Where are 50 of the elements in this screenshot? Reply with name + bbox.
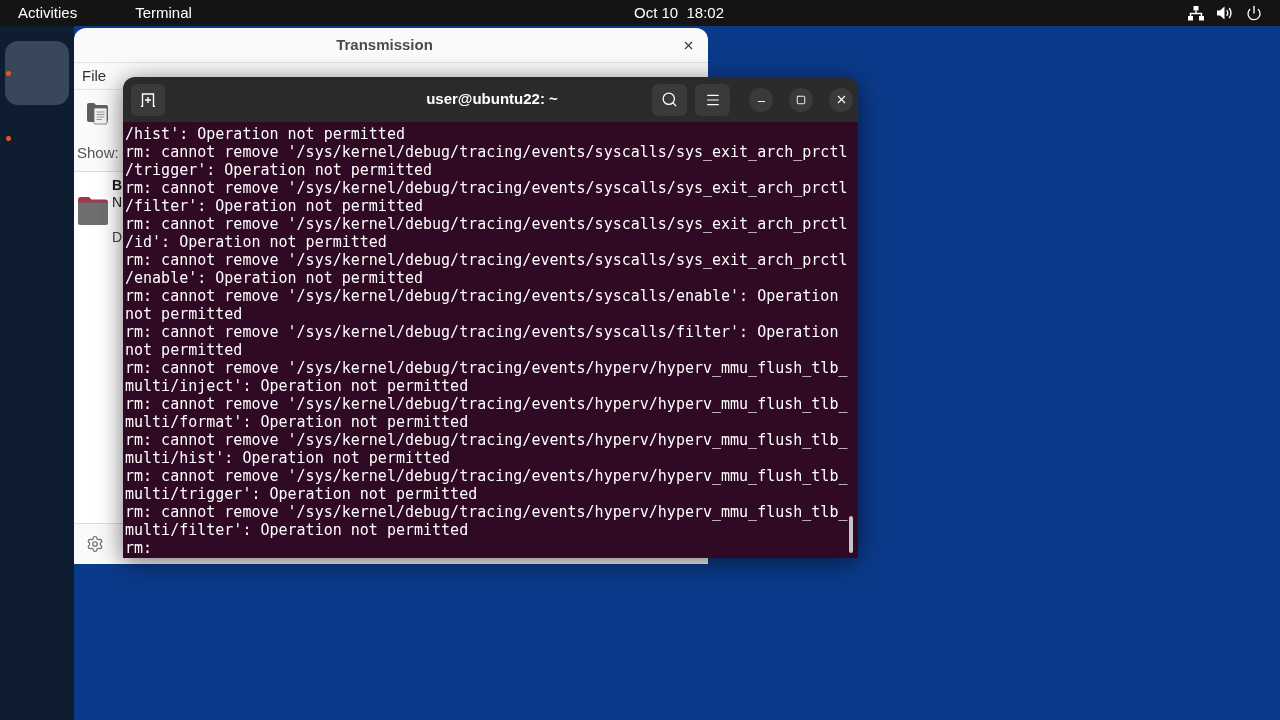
- clock[interactable]: Oct 10 18:02: [634, 1, 725, 25]
- torrent-text: N: [112, 194, 123, 211]
- terminal-line: rm: cannot remove '/sys/kernel/debug/tracing/events/hyperv/hyperv_mmu_flush_tlb_: [125, 395, 848, 413]
- new-tab-button[interactable]: [131, 83, 165, 116]
- volume-icon[interactable]: [1217, 6, 1233, 20]
- terminal-line: rm: cannot remove '/sys/kernel/debug/tracing/events/hyperv/hyperv_mmu_flush_tlb_: [125, 467, 848, 485]
- terminal-line: rm:: [125, 539, 153, 557]
- torrent-text: D: [112, 229, 123, 246]
- settings-icon[interactable]: [86, 535, 104, 553]
- terminal-line: rm: cannot remove '/sys/kernel/debug/tracing/events/syscalls/sys_exit_arch_prctl: [125, 251, 848, 269]
- terminal-line: rm: cannot remove '/sys/kernel/debug/tracing/events/syscalls/sys_exit_arch_prctl: [125, 143, 848, 161]
- terminal-line: rm: cannot remove '/sys/kernel/debug/tracing/events/hyperv/hyperv_mmu_flush_tlb_: [125, 503, 848, 521]
- scrollbar[interactable]: [849, 516, 853, 553]
- terminal-line: not permitted: [125, 341, 243, 359]
- terminal-line: /filter': Operation not permitted: [125, 197, 423, 215]
- torrent-name: B: [112, 177, 123, 194]
- terminal-line: rm: cannot remove '/sys/kernel/debug/tracing/events/syscalls/sys_exit_arch_prctl: [125, 215, 848, 233]
- terminal-line: multi/inject': Operation not permitted: [125, 377, 469, 395]
- menu-button[interactable]: [695, 83, 730, 116]
- terminal-line: multi/filter': Operation not permitted: [125, 521, 469, 539]
- terminal-line: rm: cannot remove '/sys/kernel/debug/tracing/events/hyperv/hyperv_mmu_flush_tlb_: [125, 431, 848, 449]
- folder-document-icon: [86, 101, 110, 125]
- close-button[interactable]: [829, 87, 853, 112]
- app-menu[interactable]: Terminal: [135, 1, 192, 25]
- terminal-line: multi/hist': Operation not permitted: [125, 449, 451, 467]
- menu-item[interactable]: File: [82, 64, 107, 88]
- maximize-button[interactable]: [789, 87, 813, 112]
- terminal-line: /hist': Operation not permitted: [125, 125, 405, 143]
- terminal-title: user@ubuntu22: ~: [426, 89, 558, 110]
- terminal-line: not permitted: [125, 305, 243, 323]
- maximize-icon: [796, 94, 806, 105]
- new-tab-icon: [140, 92, 156, 107]
- folder-icon: [77, 196, 109, 226]
- terminal-line: /enable': Operation not permitted: [125, 269, 423, 287]
- window-title: Transmission: [336, 34, 433, 55]
- terminal-line: rm: cannot remove '/sys/kernel/debug/tracing/events/hyperv/hyperv_mmu_flush_tlb_: [125, 359, 848, 377]
- terminal-line: /trigger': Operation not permitted: [125, 161, 433, 179]
- filter-label: Show:: [77, 143, 119, 164]
- network-icon[interactable]: [1188, 5, 1204, 21]
- terminal-line: multi/format': Operation not permitted: [125, 413, 469, 431]
- terminal-line: rm: cannot remove '/sys/kernel/debug/tracing/events/syscalls/enable': Operation: [125, 287, 839, 305]
- terminal-line: rm: cannot remove '/sys/kernel/debug/tracing/events/syscalls/filter': Operation: [125, 323, 839, 341]
- search-button[interactable]: [652, 83, 687, 116]
- activities-button[interactable]: Activities: [18, 1, 78, 25]
- search-icon: [661, 91, 678, 108]
- terminal-line: multi/trigger': Operation not permitted: [125, 485, 478, 503]
- power-icon[interactable]: [1246, 5, 1262, 21]
- terminal-line: rm: cannot remove '/sys/kernel/debug/tracing/events/syscalls/sys_exit_arch_prctl: [125, 179, 848, 197]
- dock-tile[interactable]: [5, 41, 69, 105]
- terminal-line: /id': Operation not permitted: [125, 233, 387, 251]
